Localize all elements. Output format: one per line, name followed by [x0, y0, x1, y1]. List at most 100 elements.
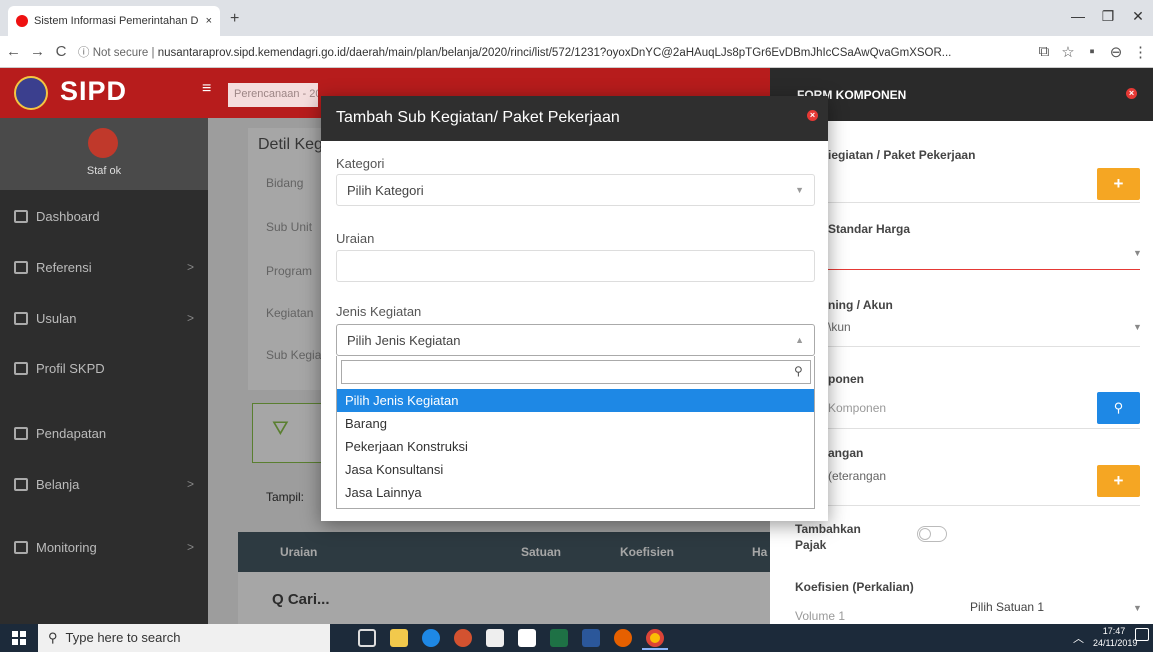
- referensi-icon: [14, 260, 28, 274]
- toggle-knob: [919, 528, 931, 540]
- pajak-label: Pajak: [795, 538, 827, 552]
- chevron-down-icon[interactable]: ▼: [1133, 603, 1142, 613]
- hamburger-menu-icon[interactable]: ≡: [202, 80, 211, 98]
- minimize-button[interactable]: —: [1068, 8, 1088, 24]
- chevron-down-icon: ▼: [795, 185, 804, 195]
- sidebar-item-pendapatan[interactable]: Pendapatan: [14, 423, 194, 443]
- dropdown-search-input[interactable]: [341, 360, 811, 384]
- search-komponen-button[interactable]: ⚲: [1097, 392, 1140, 424]
- new-tab-button[interactable]: +: [230, 10, 239, 28]
- standar-harga-underline: [780, 269, 1140, 270]
- monitoring-icon: [14, 540, 28, 554]
- sidebar-item-profil-skpd[interactable]: Profil SKPD: [14, 358, 194, 378]
- site-favicon-icon: [16, 15, 28, 27]
- search-icon: ⚲: [794, 364, 803, 378]
- add-sub-kegiatan-button[interactable]: +: [1097, 168, 1140, 200]
- tab-title: Sistem Informasi Pemerintahan D: [34, 15, 199, 27]
- user-name: Staf ok: [86, 165, 122, 177]
- forward-arrow-icon[interactable]: →: [30, 43, 45, 60]
- tambahkan-label: Tambahkan: [795, 522, 861, 536]
- satuan-select[interactable]: Pilih Satuan 1: [970, 600, 1044, 614]
- rekening-label: ning / Akun: [828, 298, 893, 312]
- browser-tab[interactable]: Sistem Informasi Pemerintahan D ×: [8, 6, 220, 36]
- clock-date: 24/11/2019: [1093, 638, 1138, 648]
- divider: [780, 505, 1140, 506]
- uraian-input[interactable]: [336, 250, 815, 282]
- dropdown-option[interactable]: Pilih Jenis Kegiatan: [337, 389, 814, 412]
- keterangan-input[interactable]: (eterangan: [828, 469, 886, 483]
- wallet-icon: [14, 426, 28, 440]
- divider: [780, 428, 1140, 429]
- tab-close-icon[interactable]: ×: [206, 15, 212, 27]
- profile-icon[interactable]: ⊖: [1109, 43, 1123, 61]
- standar-harga-label: Standar Harga: [828, 222, 911, 236]
- search-icon: ⚲: [48, 630, 58, 645]
- windows-start-icon[interactable]: [12, 631, 26, 645]
- volume-input[interactable]: Volume 1: [795, 609, 845, 623]
- url-text: nusantaraprov.sipd.kemendagri.go.id/daer…: [157, 46, 952, 59]
- breadcrumb: Perencanaan - 2020: [228, 83, 318, 107]
- kategori-label: Kategori: [336, 156, 385, 171]
- dropdown-option[interactable]: Pekerjaan Konstruksi: [337, 435, 814, 458]
- info-icon: ⓘ: [78, 46, 93, 59]
- chevron-down-icon[interactable]: ▼: [1133, 248, 1142, 258]
- tray-chevron-icon[interactable]: ︿: [1073, 630, 1084, 646]
- sidebar-item-belanja[interactable]: Belanja >: [14, 474, 194, 494]
- taskbar-search[interactable]: ⚲ Type here to search: [38, 624, 330, 652]
- firefox-icon[interactable]: [614, 629, 632, 647]
- reload-icon[interactable]: C: [54, 43, 68, 60]
- maximize-button[interactable]: ❐: [1098, 8, 1118, 25]
- powerpoint-icon[interactable]: [454, 629, 472, 647]
- file-explorer-icon[interactable]: [390, 629, 408, 647]
- profile-card-icon: [14, 361, 28, 375]
- kategori-select[interactable]: Pilih Kategori ▼: [336, 174, 815, 206]
- chevron-down-icon[interactable]: ▼: [1133, 322, 1142, 332]
- divider: [780, 346, 1140, 347]
- word-icon[interactable]: [582, 629, 600, 647]
- sidebar-item-monitoring[interactable]: Monitoring >: [14, 537, 194, 557]
- edge-icon[interactable]: [422, 629, 440, 647]
- clock[interactable]: 17:47 24/11/2019: [1093, 625, 1138, 649]
- address-bar: ← → C ⓘ Not secure | nusantaraprov.sipd.…: [0, 36, 1153, 68]
- dropdown-option[interactable]: Barang: [337, 412, 814, 435]
- form-close-icon[interactable]: ×: [1126, 88, 1137, 99]
- dashboard-icon: [14, 209, 28, 223]
- sipd-logo: [14, 76, 48, 110]
- close-window-button[interactable]: ✕: [1128, 8, 1148, 25]
- store-icon[interactable]: [486, 629, 504, 647]
- jenis-kegiatan-select[interactable]: Pilih Jenis Kegiatan ▲: [336, 324, 815, 356]
- mail-icon[interactable]: [518, 629, 536, 647]
- dropdown-option[interactable]: Jasa Lainnya: [337, 481, 814, 504]
- bookmark-star-icon[interactable]: ☆: [1061, 43, 1075, 61]
- active-app-indicator: [642, 648, 668, 650]
- cart-icon: [14, 477, 28, 491]
- pajak-toggle[interactable]: [917, 526, 947, 542]
- komponen-input[interactable]: Komponen: [828, 401, 886, 415]
- sub-kegiatan-label: iegiatan / Paket Pekerjaan: [828, 148, 976, 162]
- divider: [780, 202, 1140, 203]
- menu-dots-icon[interactable]: ⋮: [1133, 43, 1148, 61]
- task-view-icon[interactable]: [358, 629, 376, 647]
- rekening-select[interactable]: \kun: [828, 320, 851, 334]
- url-field[interactable]: ⓘ Not secure | nusantaraprov.sipd.kemend…: [78, 44, 1027, 60]
- excel-icon[interactable]: [550, 629, 568, 647]
- uraian-label: Uraian: [336, 231, 375, 246]
- extension-icon[interactable]: ▪: [1085, 43, 1099, 60]
- sidebar-item-referensi[interactable]: Referensi >: [14, 257, 194, 277]
- add-keterangan-button[interactable]: +: [1097, 465, 1140, 497]
- jenis-kegiatan-label: Jenis Kegiatan: [336, 304, 422, 319]
- not-secure-label: Not secure: [92, 46, 149, 59]
- clock-time: 17:47: [1102, 626, 1126, 636]
- notification-icon[interactable]: [1135, 628, 1149, 641]
- dropdown-option[interactable]: Jasa Konsultansi: [337, 458, 814, 481]
- translate-icon[interactable]: ⧉: [1037, 43, 1051, 60]
- chrome-icon[interactable]: [646, 629, 664, 647]
- koefisien-label: Koefisien (Perkalian): [795, 580, 914, 594]
- sidebar-item-dashboard[interactable]: Dashboard: [14, 206, 194, 226]
- keterangan-label: angan: [828, 446, 864, 460]
- komponen-label: ponen: [828, 372, 864, 386]
- brand-title: SIPD: [60, 76, 128, 106]
- back-arrow-icon[interactable]: ←: [6, 43, 21, 60]
- sidebar-item-usulan[interactable]: Usulan >: [14, 308, 194, 328]
- modal-close-icon[interactable]: ×: [807, 110, 818, 121]
